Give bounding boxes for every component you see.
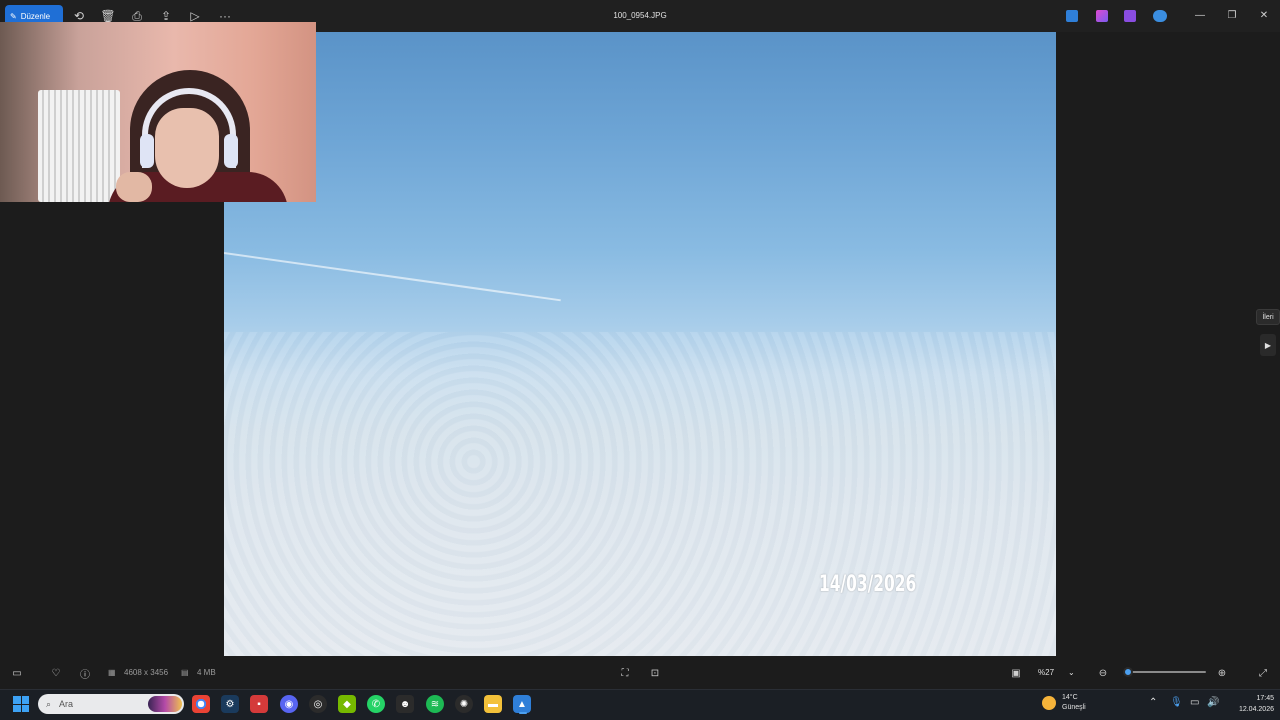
scan-icon[interactable]: ⊡ xyxy=(648,666,662,680)
clock-time: 17:45 xyxy=(1256,695,1274,702)
spotify-icon[interactable]: ≋ xyxy=(426,695,444,713)
hand xyxy=(116,172,152,202)
filmstrip-icon[interactable]: ▭ xyxy=(10,666,24,680)
contrail xyxy=(224,252,561,302)
file-size-icon: ▤ xyxy=(181,668,189,677)
zoom-slider[interactable] xyxy=(1123,667,1206,677)
search-placeholder: Ara xyxy=(59,699,74,709)
weather-desc: Güneşli xyxy=(1062,704,1086,711)
zoom-out-icon[interactable]: ⊖ xyxy=(1096,666,1110,680)
restore-button[interactable]: ❐ xyxy=(1224,8,1240,24)
nvidia-icon[interactable]: ◆ xyxy=(338,695,356,713)
info-icon[interactable]: ⓘ xyxy=(78,666,92,681)
radiator xyxy=(38,90,120,202)
headset-ear-right xyxy=(224,134,238,168)
webcam-overlay xyxy=(0,22,316,202)
favorite-icon[interactable]: ♡ xyxy=(49,666,63,680)
onedrive-icon[interactable] xyxy=(1153,10,1167,22)
headset-ear-left xyxy=(140,134,154,168)
photos-taskbar-icon[interactable]: ▲ xyxy=(513,695,531,713)
network-icon[interactable]: ▭ xyxy=(1190,697,1199,708)
photos-active-indicator xyxy=(519,712,527,714)
edit-label: Düzenle xyxy=(20,11,51,21)
cloud-texture xyxy=(224,332,1056,656)
discord-icon[interactable]: ◉ xyxy=(280,695,298,713)
image-dimensions: 4608 x 3456 xyxy=(124,668,169,677)
chrome-icon[interactable] xyxy=(192,695,210,713)
chevron-up-icon[interactable]: ⌃ xyxy=(1149,697,1157,708)
steam-icon[interactable]: ⚙ xyxy=(221,695,239,713)
close-button[interactable]: ✕ xyxy=(1256,8,1272,24)
app-red-icon[interactable]: ▪ xyxy=(250,695,268,713)
designer-icon[interactable] xyxy=(1096,10,1108,22)
obs-icon[interactable]: ◎ xyxy=(309,695,327,713)
edit-icon: ✎ xyxy=(10,11,17,21)
clipchamp-icon[interactable] xyxy=(1124,10,1136,22)
zoom-in-icon[interactable]: ⊕ xyxy=(1215,666,1229,680)
file-explorer-icon[interactable]: ▬ xyxy=(484,695,502,713)
minimize-button[interactable]: — xyxy=(1192,8,1208,24)
search-icon: ⌕ xyxy=(46,698,52,709)
taskbar-search[interactable]: ⌕ Ara xyxy=(38,694,184,714)
chatgpt-icon[interactable]: ✺ xyxy=(455,695,473,713)
zoom-value: %27 xyxy=(1038,667,1055,677)
status-bar xyxy=(0,660,1280,688)
app-bot-icon[interactable]: ☻ xyxy=(396,695,414,713)
search-highlight-art xyxy=(148,696,182,712)
photo-date-stamp: 14/03/2026 xyxy=(819,572,917,597)
document-title: 100_0954.JPG xyxy=(613,11,667,20)
weather-widget[interactable]: 14°C Güneşli xyxy=(1042,693,1086,713)
clock-date: 12.04.2026 xyxy=(1238,706,1274,713)
dimensions-icon: ▦ xyxy=(108,668,116,677)
fit-icon[interactable]: ▣ xyxy=(1009,666,1023,680)
chevron-down-icon: ⌄ xyxy=(1068,667,1075,677)
next-button[interactable]: ▶ xyxy=(1260,334,1276,356)
crop-focus-icon[interactable]: ⛶ xyxy=(618,666,632,680)
volume-icon[interactable]: 🔊 xyxy=(1207,697,1219,708)
next-tooltip: İleri xyxy=(1256,309,1280,325)
photo-view: 14/03/2026 xyxy=(224,32,1056,656)
file-size: 4 MB xyxy=(197,668,216,677)
fullscreen-icon[interactable]: ⤢ xyxy=(1256,666,1270,680)
photos-app-icon[interactable] xyxy=(1066,10,1078,22)
taskbar-clock[interactable]: 17:45 12.04.2026 xyxy=(1226,693,1274,715)
sun-icon xyxy=(1042,696,1056,710)
zoom-select[interactable]: %27 ⌄ xyxy=(1034,663,1086,681)
whatsapp-icon[interactable]: ✆ xyxy=(367,695,385,713)
weather-temp: 14°C xyxy=(1062,694,1078,701)
start-button[interactable] xyxy=(13,696,29,712)
microphone-icon[interactable]: 🎙 xyxy=(1170,697,1183,708)
